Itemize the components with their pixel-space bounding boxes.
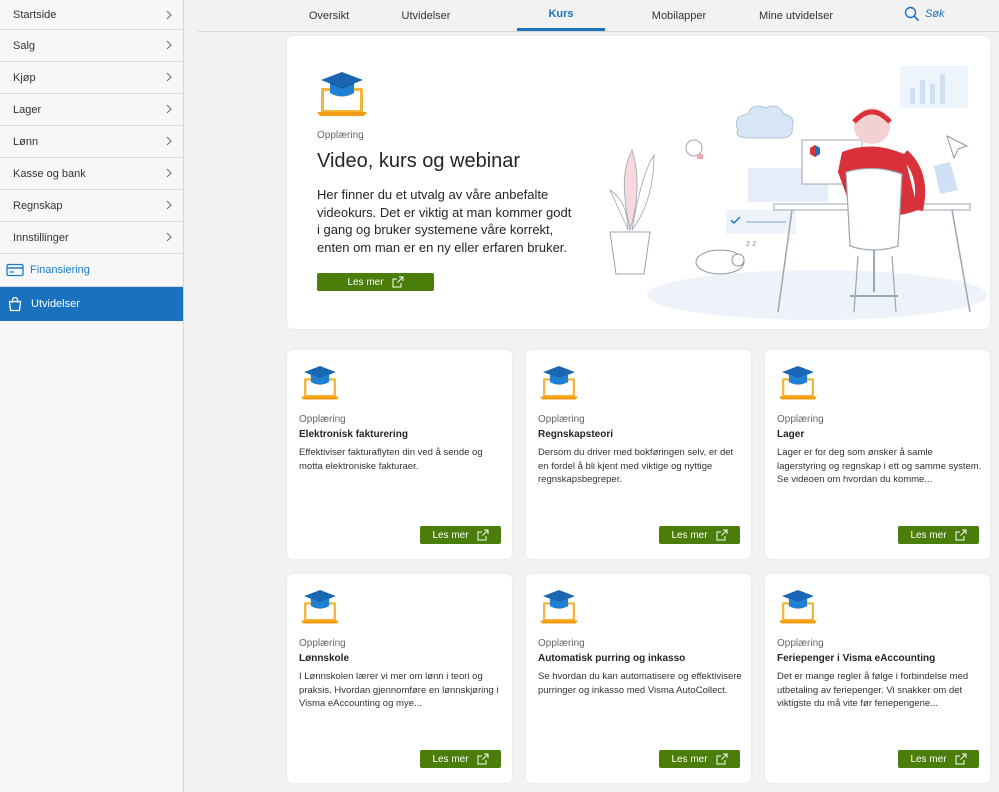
tab-kurs[interactable]: Kurs <box>517 0 605 31</box>
read-more-button[interactable]: Les mer <box>420 526 501 544</box>
external-link-icon <box>392 276 404 288</box>
chevron-right-icon <box>166 10 172 20</box>
external-link-icon <box>716 529 728 541</box>
hero-description: Her finner du et utvalg av våre anbefalt… <box>317 187 572 255</box>
sidebar-item-label: Kjøp <box>13 71 36 84</box>
svg-text:z z: z z <box>746 239 756 248</box>
read-more-button[interactable]: Les mer <box>898 526 979 544</box>
sidebar-item-label: Kasse og bank <box>13 167 86 180</box>
credit-card-icon <box>6 263 24 277</box>
sidebar-item-salg[interactable]: Salg <box>0 30 183 62</box>
read-more-button[interactable]: Les mer <box>420 750 501 768</box>
sidebar-item-label: Salg <box>13 39 36 52</box>
tab-mine-utvidelser[interactable]: Mine utvidelser <box>754 0 838 31</box>
external-link-icon <box>477 529 489 541</box>
course-card: Opplæring Automatisk purring og inkasso … <box>526 574 751 783</box>
button-label: Les mer <box>432 529 469 541</box>
card-title: Elektronisk fakturering <box>299 429 408 440</box>
card-category: Opplæring <box>538 638 585 649</box>
sidebar-item-kasse-og-bank[interactable]: Kasse og bank <box>0 158 183 190</box>
hero-category: Opplæring <box>317 130 364 141</box>
graduation-cap-laptop-icon <box>301 590 339 624</box>
external-link-icon <box>955 753 967 765</box>
button-label: Les mer <box>432 753 469 765</box>
graduation-cap-laptop-icon <box>317 72 367 116</box>
tab-utvidelser[interactable]: Utvidelser <box>386 0 466 31</box>
sidebar-item-label: Regnskap <box>13 199 63 212</box>
search-icon <box>904 6 920 22</box>
card-title: Regnskapsteori <box>538 429 614 440</box>
card-category: Opplæring <box>299 414 346 425</box>
tab-oversikt[interactable]: Oversikt <box>296 0 362 31</box>
person-at-desk-illustration: z z <box>609 66 987 320</box>
external-link-icon <box>955 529 967 541</box>
read-more-button[interactable]: Les mer <box>898 750 979 768</box>
sidebar-item-kjop[interactable]: Kjøp <box>0 62 183 94</box>
sidebar-item-lager[interactable]: Lager <box>0 94 183 126</box>
sidebar-item-finansiering[interactable]: Finansiering <box>0 254 183 287</box>
button-label: Les mer <box>910 753 947 765</box>
card-category: Opplæring <box>299 638 346 649</box>
card-category: Opplæring <box>538 414 585 425</box>
search-button[interactable]: Søk <box>904 6 945 22</box>
read-more-button[interactable]: Les mer <box>659 526 740 544</box>
card-description: Dersom du driver med bokføringen selv, e… <box>538 447 734 485</box>
graduation-cap-laptop-icon <box>540 590 578 624</box>
sidebar-item-label: Lønn <box>13 135 39 148</box>
graduation-cap-laptop-icon <box>779 590 817 624</box>
sidebar-item-startside[interactable]: Startside <box>0 0 183 30</box>
card-category: Opplæring <box>777 638 824 649</box>
top-tab-bar: Oversikt Utvidelser Kurs Mobilapper Mine… <box>198 0 999 32</box>
course-card: Opplæring Lønnskole I Lønnskolen lærer v… <box>287 574 512 783</box>
hero-card: Opplæring Video, kurs og webinar Her fin… <box>287 36 990 329</box>
course-card: Opplæring Lager Lager er for deg som øns… <box>765 350 990 559</box>
course-card: Opplæring Elektronisk fakturering Effekt… <box>287 350 512 559</box>
sidebar-item-label: Innstillinger <box>13 231 69 244</box>
card-title: Lager <box>777 429 805 440</box>
sidebar-item-label: Startside <box>13 8 57 21</box>
sidebar-item-label: Utvidelser <box>31 298 80 310</box>
shopping-bag-icon <box>8 296 22 312</box>
chevron-right-icon <box>166 200 172 210</box>
card-description: I Lønnskolen lærer vi mer om lønn i teor… <box>299 671 499 709</box>
sidebar-item-innstillinger[interactable]: Innstillinger <box>0 222 183 254</box>
card-description: Effektiviser fakturaflyten din ved å sen… <box>299 447 483 472</box>
sidebar-item-regnskap[interactable]: Regnskap <box>0 190 183 222</box>
card-title: Lønnskole <box>299 653 350 664</box>
card-description: Det er mange regler å følge i forbindels… <box>777 671 969 709</box>
button-label: Les mer <box>671 753 708 765</box>
button-label: Les mer <box>671 529 708 541</box>
chevron-right-icon <box>166 232 172 242</box>
hero-read-more-button[interactable]: Les mer <box>317 273 434 291</box>
button-label: Les mer <box>910 529 947 541</box>
chevron-right-icon <box>166 40 172 50</box>
graduation-cap-laptop-icon <box>779 366 817 400</box>
card-description: Lager er for deg som ønsker å samle lage… <box>777 447 982 485</box>
tab-mobilapper[interactable]: Mobilapper <box>643 0 715 31</box>
course-card: Opplæring Feriepenger i Visma eAccountin… <box>765 574 990 783</box>
chevron-right-icon <box>166 72 172 82</box>
sidebar-item-lonn[interactable]: Lønn <box>0 126 183 158</box>
sidebar: Startside Salg Kjøp Lager Lønn Kasse og … <box>0 0 184 792</box>
graduation-cap-laptop-icon <box>540 366 578 400</box>
graduation-cap-laptop-icon <box>301 366 339 400</box>
external-link-icon <box>716 753 728 765</box>
sidebar-item-utvidelser[interactable]: Utvidelser <box>0 287 183 321</box>
card-category: Opplæring <box>777 414 824 425</box>
sidebar-item-label: Lager <box>13 103 42 116</box>
external-link-icon <box>477 753 489 765</box>
card-title: Feriepenger i Visma eAccounting <box>777 653 936 664</box>
chevron-right-icon <box>166 104 172 114</box>
hero-title: Video, kurs og webinar <box>317 150 521 172</box>
course-card: Opplæring Regnskapsteori Dersom du drive… <box>526 350 751 559</box>
card-description: Se hvordan du kan automatisere og effekt… <box>538 671 742 696</box>
card-title: Automatisk purring og inkasso <box>538 653 686 664</box>
read-more-button[interactable]: Les mer <box>659 750 740 768</box>
chevron-right-icon <box>166 136 172 146</box>
chevron-right-icon <box>166 168 172 178</box>
sidebar-item-label: Finansiering <box>30 264 90 276</box>
button-label: Les mer <box>347 276 384 288</box>
search-label: Søk <box>925 8 945 20</box>
